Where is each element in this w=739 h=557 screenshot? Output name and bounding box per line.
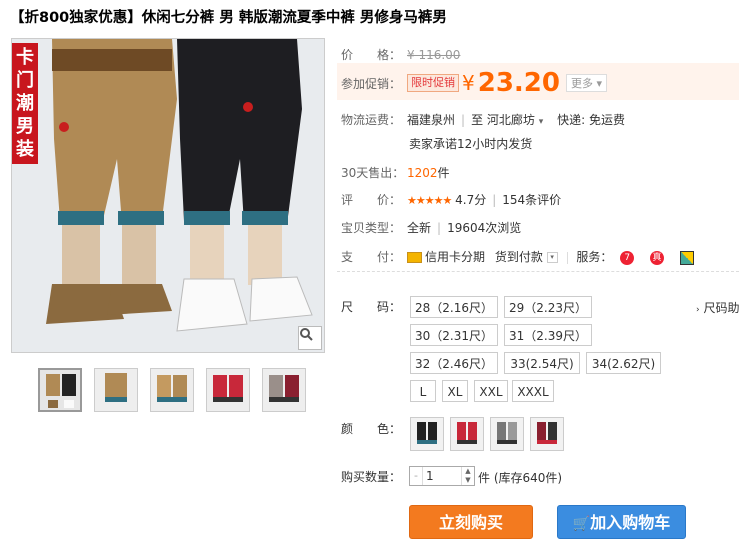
thumbnail-5[interactable] — [262, 368, 306, 412]
ship-promise: 卖家承诺12小时内发货 — [409, 137, 533, 151]
promo-tag: 限时促销 — [407, 74, 459, 92]
currency-symbol: ¥ — [462, 71, 475, 95]
add-to-cart-label: 加入购物车 — [590, 513, 671, 532]
cart-icon: 🛒 — [572, 516, 591, 532]
more-promos-button[interactable]: 更多 ▾ — [565, 74, 608, 92]
rating-row: 评 价： ★★★★★ 4.7分 | 154条评价 — [341, 193, 562, 207]
service-label: 服务： — [576, 250, 613, 264]
promo-price-row: 参加促销： 限时促销 ¥23.20 更多 ▾ — [341, 68, 608, 98]
size-chart-link[interactable]: › 尺码助 — [696, 299, 739, 316]
price-label: 价 格： — [341, 48, 402, 62]
size-option[interactable]: 29（2.23尺） — [504, 296, 592, 318]
thumbnail-2[interactable] — [94, 368, 138, 412]
size-option[interactable]: 28（2.16尺） — [410, 296, 498, 318]
size-label: 尺 码： — [341, 300, 402, 314]
size-option[interactable]: 30（2.31尺） — [410, 324, 498, 346]
stock-info: 件 (库存640件) — [478, 471, 563, 485]
rating-label: 评 价： — [341, 193, 402, 207]
size-option[interactable]: 32（2.46尺） — [410, 352, 498, 374]
cod-dropdown-icon[interactable]: ▾ — [546, 252, 558, 263]
ship-from: 福建泉州 — [407, 113, 456, 127]
condition-label: 宝贝类型： — [341, 221, 402, 235]
thumbnail-3[interactable] — [150, 368, 194, 412]
color-swatch-black[interactable] — [410, 417, 444, 451]
thumbnail-4[interactable] — [206, 368, 250, 412]
divider — [337, 271, 739, 272]
size-option[interactable]: 33(2.54尺) — [504, 352, 580, 374]
thumbnail-1[interactable] — [38, 368, 82, 412]
thumbnail-strip — [38, 368, 306, 412]
size-option[interactable]: 34(2.62尺) — [586, 352, 661, 374]
color-swatch-red[interactable] — [450, 417, 484, 451]
invoice-icon[interactable] — [679, 250, 694, 265]
product-photo — [12, 39, 324, 352]
buy-now-button[interactable]: 立刻购买 — [409, 505, 533, 539]
quantity-input[interactable] — [424, 467, 464, 485]
credit-installment: 信用卡分期 — [425, 250, 486, 264]
sales-count: 1202 — [407, 166, 438, 180]
genuine-guarantee-icon[interactable]: 真 — [650, 250, 665, 265]
payment-label: 支 付： — [341, 250, 402, 264]
size-option[interactable]: XXXL — [512, 380, 554, 402]
sales-label: 30天售出： — [341, 166, 405, 180]
sales-unit: 件 — [437, 166, 450, 180]
main-product-image[interactable]: 卡门潮男装 — [11, 38, 325, 353]
chevron-down-icon: ▾ — [538, 117, 544, 127]
add-to-cart-button[interactable]: 🛒加入购物车 — [557, 505, 686, 539]
ship-destination-select[interactable]: 河北廊坊 ▾ — [487, 113, 543, 127]
payment-row: 支 付： 信用卡分期 货到付款 ▾ 服务： 7 真 — [341, 248, 694, 265]
sales-row: 30天售出： 1202件 — [341, 164, 450, 181]
condition-row: 宝贝类型： 全新 | 19604次浏览 — [341, 221, 522, 235]
size-option[interactable]: XXL — [474, 380, 508, 402]
promo-price: 23.20 — [477, 68, 560, 98]
cod: 货到付款 — [494, 250, 543, 264]
original-price-row: 价 格： ¥ 116.00 — [341, 46, 460, 63]
shipping-label: 物流运费： — [341, 113, 402, 127]
size-chart-label: 尺码助 — [703, 301, 739, 315]
color-swatch-red-black[interactable] — [530, 417, 564, 451]
shipping-row: 物流运费： 福建泉州 | 至 河北廊坊 ▾ 快递: 免运费 — [341, 113, 625, 127]
zoom-icon[interactable] — [298, 326, 322, 350]
promo-label: 参加促销： — [341, 76, 402, 91]
color-label: 颜 色： — [341, 422, 402, 436]
product-title: 【折800独家优惠】休闲七分裤 男 韩版潮流夏季中裤 男修身马裤男 — [10, 10, 447, 26]
credit-card-icon — [407, 252, 422, 263]
view-count: 19604次浏览 — [447, 221, 522, 235]
seven-day-return-icon[interactable]: 7 — [620, 250, 635, 265]
ship-to-prefix: 至 — [471, 113, 484, 127]
rating-score: 4.7分 — [455, 193, 487, 207]
rating-stars-icon: ★★★★★ — [407, 194, 452, 207]
increment-button[interactable]: ▲ ▼ — [461, 467, 474, 485]
decrement-button[interactable]: - — [410, 467, 423, 485]
more-label: 更多 — [570, 77, 593, 90]
size-option[interactable]: L — [410, 380, 436, 402]
brand-badge: 卡门潮男装 — [12, 43, 38, 164]
ship-to: 河北廊坊 — [486, 113, 535, 127]
review-count-link[interactable]: 154条评价 — [502, 193, 561, 207]
quantity-stepper: - ▲▼ — [409, 466, 475, 486]
shipping-fee: 快递: 免运费 — [557, 113, 625, 127]
quantity-label: 购买数量： — [341, 470, 402, 484]
original-price: ¥ 116.00 — [407, 48, 461, 62]
chevron-down-icon: ▾ — [596, 77, 603, 90]
color-swatch-grey[interactable] — [490, 417, 524, 451]
chevron-right-icon: › — [696, 305, 700, 315]
size-option[interactable]: 31（2.39尺） — [504, 324, 592, 346]
condition-type: 全新 — [407, 221, 432, 235]
size-option[interactable]: XL — [442, 380, 468, 402]
